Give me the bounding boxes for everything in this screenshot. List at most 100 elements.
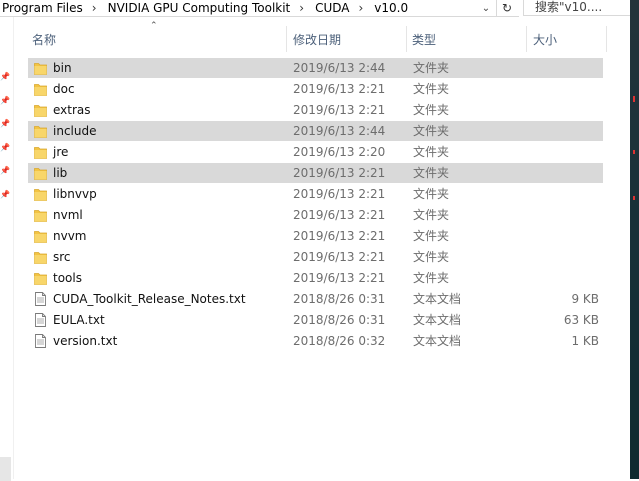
file-name: libnvvp (53, 187, 97, 201)
file-date: 2019/6/13 2:44 (293, 61, 386, 75)
column-divider[interactable] (606, 26, 607, 52)
file-type: 文件夹 (413, 250, 450, 264)
file-type: 文件夹 (413, 166, 450, 180)
folder-icon (34, 103, 47, 117)
file-type: 文件夹 (413, 61, 450, 75)
file-date: 2019/6/13 2:21 (293, 82, 386, 96)
file-size: 9 KB (571, 292, 599, 306)
file-name: jre (53, 145, 69, 159)
chevron-down-icon[interactable]: ⌄ (478, 0, 494, 16)
folder-icon (34, 271, 47, 285)
file-row[interactable]: CUDA_Toolkit_Release_Notes.txt 2018/8/26 … (28, 289, 603, 309)
refresh-icon[interactable]: ↻ (496, 0, 517, 16)
file-row[interactable]: bin 2019/6/13 2:44 文件夹 (28, 58, 603, 78)
file-name: src (53, 250, 71, 264)
file-date: 2019/6/13 2:21 (293, 271, 386, 285)
scrollbar-thumb[interactable] (0, 457, 11, 481)
file-row[interactable]: include 2019/6/13 2:44 文件夹 (28, 121, 603, 141)
file-row[interactable]: extras 2019/6/13 2:21 文件夹 (28, 100, 603, 120)
file-type: 文件夹 (413, 82, 450, 96)
column-header-type[interactable]: 类型 (412, 30, 436, 50)
file-name: extras (53, 103, 91, 117)
file-type: 文本文档 (413, 292, 462, 306)
text-file-icon (34, 292, 47, 306)
file-date: 2018/8/26 0:31 (293, 313, 386, 327)
background-mark (633, 196, 635, 200)
folder-icon (34, 166, 47, 180)
file-row[interactable]: src 2019/6/13 2:21 文件夹 (28, 247, 603, 267)
column-header-size[interactable]: 大小 (533, 30, 557, 50)
pin-icon[interactable]: 📌 (0, 191, 10, 199)
pin-icon[interactable]: 📌 (0, 144, 10, 152)
folder-icon (34, 208, 47, 222)
file-type: 文件夹 (413, 208, 450, 222)
pin-icon[interactable]: 📌 (0, 120, 10, 128)
file-row[interactable]: jre 2019/6/13 2:20 文件夹 (28, 142, 603, 162)
file-name: nvml (53, 208, 83, 222)
folder-icon (34, 124, 47, 138)
file-row[interactable]: nvvm 2019/6/13 2:21 文件夹 (28, 226, 603, 246)
file-type: 文件夹 (413, 145, 450, 159)
text-file-icon (34, 334, 47, 348)
file-name: version.txt (53, 334, 118, 348)
folder-icon (34, 82, 47, 96)
file-name: bin (53, 61, 72, 75)
file-row[interactable]: version.txt 2018/8/26 0:32 文本文档 1 KB (28, 331, 603, 351)
file-name: CUDA_Toolkit_Release_Notes.txt (53, 292, 246, 306)
background-strip (630, 0, 639, 479)
file-date: 2019/6/13 2:44 (293, 124, 386, 138)
file-date: 2018/8/26 0:32 (293, 334, 386, 348)
column-divider[interactable] (526, 26, 527, 52)
column-header-name[interactable]: 名称 (32, 30, 56, 50)
file-type: 文本文档 (413, 313, 462, 327)
file-date: 2018/8/26 0:31 (293, 292, 386, 306)
breadcrumb-cuda[interactable]: CUDA (313, 1, 349, 15)
file-row[interactable]: nvml 2019/6/13 2:21 文件夹 (28, 205, 603, 225)
navigation-pane[interactable]: 📌 📌 📌 📌 📌 📌 (0, 17, 13, 481)
file-type: 文件夹 (413, 103, 450, 117)
folder-icon (34, 250, 47, 264)
folder-icon (34, 187, 47, 201)
file-name: EULA.txt (53, 313, 105, 327)
breadcrumb-program-files[interactable]: Program Files (0, 1, 83, 15)
breadcrumb-v10[interactable]: v10.0 (372, 1, 408, 15)
pin-icon[interactable]: 📌 (0, 167, 10, 175)
file-type: 文件夹 (413, 187, 450, 201)
sort-ascending-icon: ⌃ (150, 21, 158, 31)
file-name: tools (53, 271, 82, 285)
file-name: nvvm (53, 229, 87, 243)
file-date: 2019/6/13 2:20 (293, 145, 386, 159)
breadcrumb-separator-icon[interactable]: › (83, 1, 106, 15)
file-type: 文本文档 (413, 334, 462, 348)
breadcrumb-separator-icon[interactable]: › (349, 1, 372, 15)
column-divider[interactable] (406, 26, 407, 52)
folder-icon (34, 229, 47, 243)
file-date: 2019/6/13 2:21 (293, 250, 386, 264)
file-type: 文件夹 (413, 124, 450, 138)
text-file-icon (34, 313, 47, 327)
file-type: 文件夹 (413, 271, 450, 285)
background-mark (633, 96, 635, 102)
file-row[interactable]: doc 2019/6/13 2:21 文件夹 (28, 79, 603, 99)
address-bar[interactable]: Program Files › NVIDIA GPU Computing Too… (0, 0, 519, 17)
file-row[interactable]: libnvvp 2019/6/13 2:21 文件夹 (28, 184, 603, 204)
file-date: 2019/6/13 2:21 (293, 103, 386, 117)
file-name: include (53, 124, 97, 138)
file-date: 2019/6/13 2:21 (293, 229, 386, 243)
file-row[interactable]: EULA.txt 2018/8/26 0:31 文本文档 63 KB (28, 310, 603, 330)
pin-icon[interactable]: 📌 (0, 73, 10, 81)
file-row[interactable]: lib 2019/6/13 2:21 文件夹 (28, 163, 603, 183)
file-row[interactable]: tools 2019/6/13 2:21 文件夹 (28, 268, 603, 288)
file-date: 2019/6/13 2:21 (293, 187, 386, 201)
file-date: 2019/6/13 2:21 (293, 208, 386, 222)
file-name: doc (53, 82, 75, 96)
search-input[interactable]: 搜索"v10.... (523, 0, 631, 16)
breadcrumb-nvidia-toolkit[interactable]: NVIDIA GPU Computing Toolkit (106, 1, 291, 15)
breadcrumb-separator-icon[interactable]: › (290, 1, 313, 15)
pin-icon[interactable]: 📌 (0, 97, 10, 105)
column-divider[interactable] (286, 26, 287, 52)
file-date: 2019/6/13 2:21 (293, 166, 386, 180)
file-name: lib (53, 166, 68, 180)
folder-icon (34, 61, 47, 75)
column-header-date[interactable]: 修改日期 (293, 30, 341, 50)
